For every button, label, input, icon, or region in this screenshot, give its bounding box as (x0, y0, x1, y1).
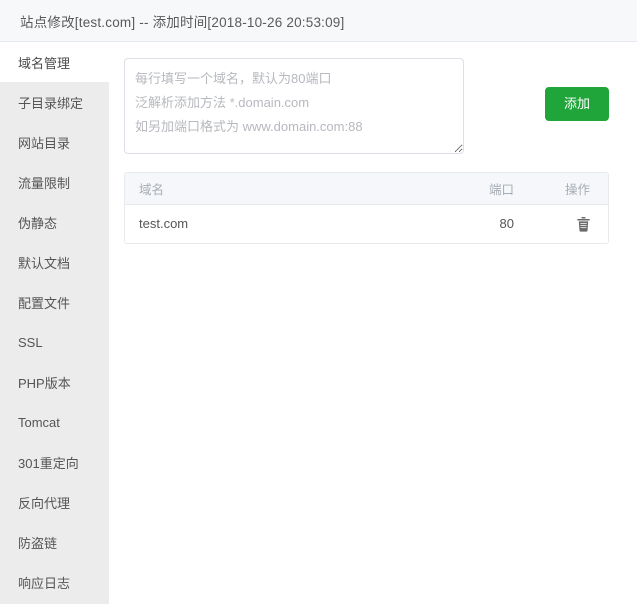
sidebar-item-label: 子目录绑定 (18, 95, 84, 111)
sidebar-item-php-version[interactable]: PHP版本 (0, 362, 109, 402)
sidebar-item-label: 301重定向 (18, 455, 79, 471)
sidebar-item-301-redirect[interactable]: 301重定向 (0, 442, 109, 482)
sidebar-item-response-log[interactable]: 响应日志 (0, 562, 109, 602)
sidebar-item-hotlink-protection[interactable]: 防盗链 (0, 522, 109, 562)
sidebar-item-domain-management[interactable]: 域名管理 (0, 42, 109, 82)
sidebar-item-reverse-proxy[interactable]: 反向代理 (0, 482, 109, 522)
sidebar-item-label: 响应日志 (18, 575, 71, 591)
sidebar-item-label: 反向代理 (18, 495, 71, 511)
sidebar-item-tomcat[interactable]: Tomcat (0, 402, 109, 442)
sidebar-item-label: 默认文档 (18, 255, 71, 271)
sidebar-item-website-directory[interactable]: 网站目录 (0, 122, 109, 162)
column-header-action: 操作 (536, 173, 608, 205)
table-header-row: 域名 端口 操作 (125, 173, 608, 205)
sidebar-item-label: 网站目录 (18, 135, 71, 151)
sidebar-item-traffic-limit[interactable]: 流量限制 (0, 162, 109, 202)
page-title: 站点修改[test.com] -- 添加时间[2018-10-26 20:53:… (20, 14, 345, 30)
add-domain-button[interactable]: 添加 (544, 87, 609, 121)
domains-table-wrapper: 域名 端口 操作 test.com 80 (124, 172, 609, 244)
sidebar-item-config-file[interactable]: 配置文件 (0, 282, 109, 322)
settings-sidebar: 域名管理 子目录绑定 网站目录 流量限制 伪静态 默认文档 配置文件 SSL P… (0, 42, 109, 604)
sidebar-item-label: 流量限制 (18, 175, 71, 191)
site-modify-window: 站点修改[test.com] -- 添加时间[2018-10-26 20:53:… (0, 0, 637, 604)
delete-domain-button[interactable] (577, 216, 590, 232)
domain-management-panel: 添加 域名 端口 操作 test.com 80 (109, 42, 637, 604)
cell-domain: test.com (125, 204, 450, 243)
domains-table-head: 域名 端口 操作 (125, 173, 608, 205)
table-row: test.com 80 (125, 204, 608, 243)
column-header-domain: 域名 (125, 173, 450, 205)
sidebar-item-ssl[interactable]: SSL (0, 322, 109, 362)
window-body: 域名管理 子目录绑定 网站目录 流量限制 伪静态 默认文档 配置文件 SSL P… (0, 42, 637, 604)
sidebar-item-subdirectory-binding[interactable]: 子目录绑定 (0, 82, 109, 122)
column-header-port: 端口 (450, 173, 536, 205)
sidebar-item-label: PHP版本 (18, 375, 71, 391)
cell-action (536, 204, 608, 243)
sidebar-item-label: 域名管理 (18, 55, 71, 71)
sidebar-item-label: 配置文件 (18, 295, 71, 311)
window-titlebar: 站点修改[test.com] -- 添加时间[2018-10-26 20:53:… (0, 0, 637, 42)
sidebar-item-default-document[interactable]: 默认文档 (0, 242, 109, 282)
sidebar-item-label: Tomcat (18, 414, 60, 430)
domains-table-body: test.com 80 (125, 204, 608, 243)
sidebar-item-pseudo-static[interactable]: 伪静态 (0, 202, 109, 242)
sidebar-item-label: 伪静态 (18, 215, 58, 231)
sidebar-item-label: SSL (18, 334, 43, 350)
domain-input[interactable] (124, 58, 464, 154)
add-domain-row: 添加 (124, 58, 623, 154)
domains-table: 域名 端口 操作 test.com 80 (125, 173, 608, 243)
sidebar-item-label: 防盗链 (18, 535, 58, 551)
cell-port: 80 (450, 204, 536, 243)
